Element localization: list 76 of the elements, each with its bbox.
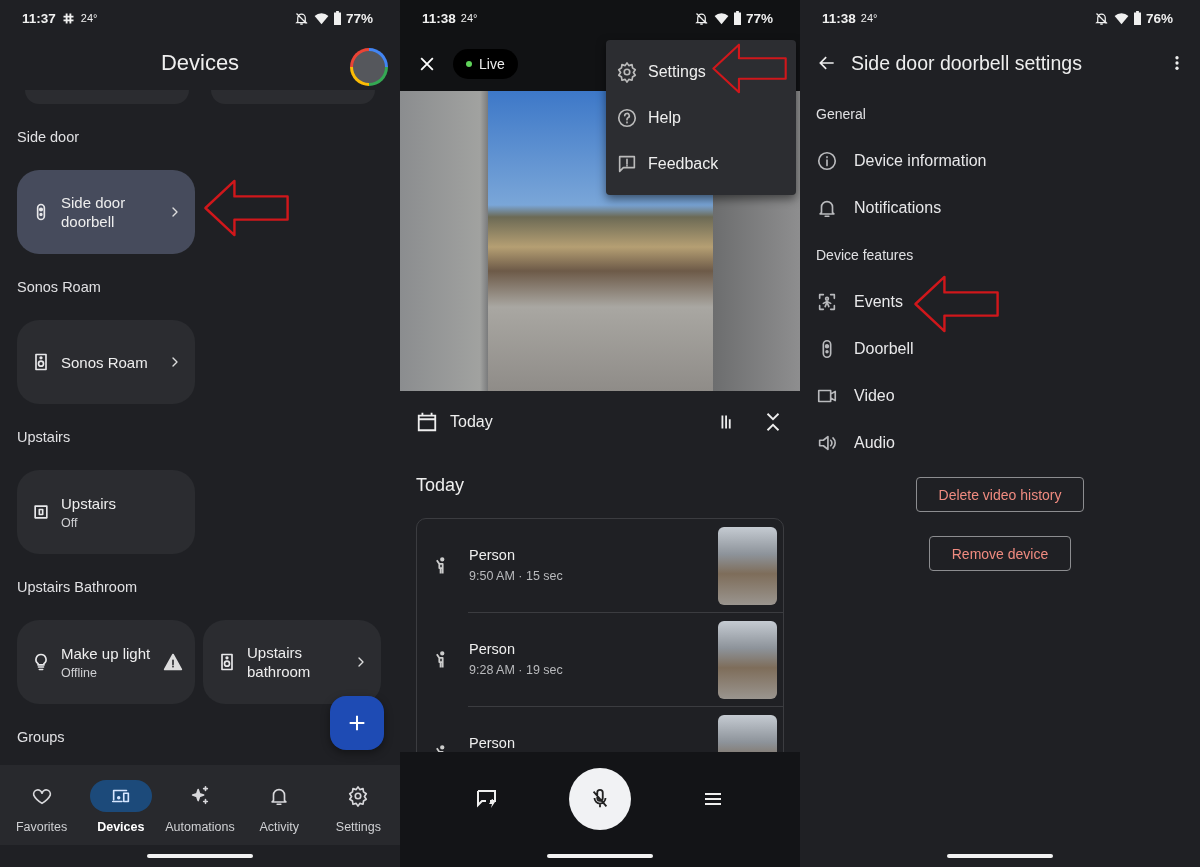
nav-tab[interactable]: Activity xyxy=(239,776,319,834)
section-heading: Groups xyxy=(17,729,65,745)
wifi-icon xyxy=(1113,10,1129,26)
status-temperature: 24° xyxy=(860,12,878,24)
event-time: 9:28 AM · 19 sec xyxy=(469,663,564,677)
option-row[interactable]: Events xyxy=(800,278,1200,325)
option-row[interactable]: Device information xyxy=(800,137,1200,184)
bell-off-icon xyxy=(293,10,309,26)
section-heading: Side door xyxy=(17,129,80,145)
outlined-button[interactable]: Remove device xyxy=(928,536,1072,571)
status-time: 11:38 xyxy=(822,10,856,26)
status-time: 11:38 xyxy=(422,10,456,26)
option-row[interactable]: Notifications xyxy=(800,184,1200,231)
nav-tab[interactable]: Devices xyxy=(81,776,161,834)
more-options-icon[interactable] xyxy=(1174,54,1180,72)
event-item[interactable]: Person 9:28 AM · 19 sec xyxy=(468,612,783,706)
status-time: 11:37 xyxy=(22,10,56,26)
option-row[interactable]: Video xyxy=(800,372,1200,419)
wifi-icon xyxy=(313,10,329,26)
bell-off-icon xyxy=(1093,10,1109,26)
device-card[interactable]: Make up light Offline xyxy=(17,620,195,704)
outlet-icon xyxy=(31,502,51,522)
nav-tab[interactable]: Settings xyxy=(318,776,398,834)
menu-item[interactable]: Settings xyxy=(606,49,796,95)
device-name: Make up light xyxy=(61,644,152,663)
section-heading: Device features xyxy=(816,246,914,263)
outlined-button[interactable]: Delete video history xyxy=(915,477,1085,512)
battery-icon xyxy=(733,11,741,25)
event-time: 9:50 AM · 15 sec xyxy=(469,569,564,583)
screen-title: Side door doorbell settings xyxy=(851,51,1082,75)
date-selector[interactable]: Today xyxy=(450,412,493,431)
section-heading: Upstairs xyxy=(17,429,71,445)
gear-icon xyxy=(347,785,370,807)
battery-percent: 77% xyxy=(345,10,373,26)
screen-title: Devices xyxy=(160,50,240,76)
event-title: Person xyxy=(469,735,516,751)
status-temperature: 24° xyxy=(80,12,98,24)
battery-percent: 77% xyxy=(745,10,773,26)
nav-tab[interactable]: Automations xyxy=(160,776,240,834)
event-title: Person xyxy=(469,547,516,563)
device-name: Upstairs xyxy=(61,494,117,513)
section-heading: General xyxy=(816,105,866,122)
device-card[interactable]: Upstairs bathroom xyxy=(203,620,381,704)
event-item[interactable]: Person 9:50 AM · 15 sec xyxy=(417,519,783,612)
option-row[interactable]: Doorbell xyxy=(800,325,1200,372)
gear-icon xyxy=(616,61,638,83)
add-button[interactable] xyxy=(330,696,384,750)
device-card[interactable]: Side door doorbell xyxy=(17,170,195,254)
section-heading: Sonos Roam xyxy=(17,279,101,295)
device-card[interactable]: Sonos Roam xyxy=(17,320,195,404)
live-chip: Live xyxy=(453,48,518,79)
device-status: Off xyxy=(61,516,79,530)
help-icon xyxy=(616,107,638,129)
device-name: Side door doorbell xyxy=(61,193,127,231)
battery-percent: 76% xyxy=(1145,10,1173,26)
battery-icon xyxy=(1133,11,1141,25)
list-heading: Today xyxy=(416,473,466,497)
option-row[interactable]: Audio xyxy=(800,419,1200,466)
calendar-icon[interactable] xyxy=(416,410,438,433)
event-title: Person xyxy=(469,641,516,657)
sparkle-icon xyxy=(189,785,211,807)
battery-icon xyxy=(333,11,341,25)
menu-item[interactable]: Help xyxy=(606,95,796,141)
status-temperature: 24° xyxy=(460,12,478,24)
menu-item[interactable]: Feedback xyxy=(606,141,796,187)
device-card[interactable]: Upstairs Off xyxy=(17,470,195,554)
section-heading: Upstairs Bathroom xyxy=(17,579,138,595)
avatar[interactable] xyxy=(350,48,388,86)
nav-tab[interactable]: Favorites xyxy=(2,776,82,834)
device-name: Sonos Roam xyxy=(61,352,149,372)
device-name: Upstairs bathroom xyxy=(247,643,312,681)
device-status: Offline xyxy=(61,666,98,680)
bell-off-icon xyxy=(693,10,709,26)
info-icon xyxy=(816,149,838,172)
feedback-icon xyxy=(616,153,638,175)
wifi-icon xyxy=(713,10,729,26)
